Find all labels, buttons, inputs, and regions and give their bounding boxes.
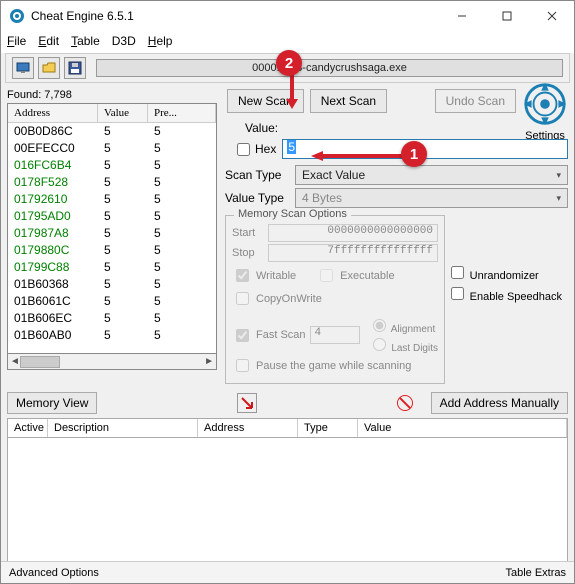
menu-bar: File Edit Table D3D Help <box>1 31 574 51</box>
writable-checkbox[interactable]: Writable <box>232 266 296 285</box>
col-address[interactable]: Address <box>198 419 298 437</box>
scan-type-select[interactable]: Exact Value▾ <box>295 165 568 185</box>
hex-checkbox[interactable]: Hex <box>233 140 276 159</box>
alignment-radio[interactable]: Alignment <box>368 316 438 335</box>
fast-scan-checkbox[interactable]: Fast Scan <box>232 326 306 345</box>
start-label: Start <box>232 227 262 239</box>
memory-view-button[interactable]: Memory View <box>7 392 97 414</box>
table-row[interactable]: 01B606EC55 <box>8 310 216 327</box>
menu-table[interactable]: Table <box>71 34 100 48</box>
chevron-down-icon: ▾ <box>556 193 561 204</box>
window-title: Cheat Engine 6.5.1 <box>31 9 439 23</box>
col-header-value[interactable]: Value <box>98 104 148 122</box>
scan-type-label: Scan Type <box>225 168 289 182</box>
unrandomizer-checkbox[interactable]: Unrandomizer <box>447 263 562 282</box>
table-row[interactable]: 0179261055 <box>8 191 216 208</box>
col-value[interactable]: Value <box>358 419 567 437</box>
chevron-down-icon: ▾ <box>556 170 561 181</box>
table-row[interactable]: 01B6036855 <box>8 276 216 293</box>
app-icon <box>9 8 25 24</box>
status-bar: Advanced Options Table Extras <box>1 561 574 583</box>
stop-address-input[interactable]: 7fffffffffffffff <box>268 244 438 262</box>
value-label: Value: <box>245 121 568 135</box>
last-digits-radio[interactable]: Last Digits <box>368 335 438 354</box>
horizontal-scrollbar[interactable]: ◄► <box>7 354 217 370</box>
menu-file[interactable]: File <box>7 34 26 48</box>
open-file-button[interactable] <box>38 57 60 79</box>
value-type-select[interactable]: 4 Bytes▾ <box>295 188 568 208</box>
save-icon <box>68 61 82 75</box>
table-row[interactable]: 01B6061C55 <box>8 293 216 310</box>
table-row[interactable]: 0179880C55 <box>8 242 216 259</box>
col-header-previous[interactable]: Pre... <box>148 104 216 122</box>
undo-scan-button[interactable]: Undo Scan <box>435 89 516 113</box>
title-bar: Cheat Engine 6.5.1 <box>1 1 574 31</box>
open-process-button[interactable] <box>12 57 34 79</box>
annotation-arrow-2 <box>285 75 299 109</box>
stop-icon[interactable] <box>397 395 413 411</box>
table-row[interactable]: 0178F52855 <box>8 174 216 191</box>
stop-label: Stop <box>232 247 262 259</box>
cheat-table-body[interactable] <box>7 438 568 578</box>
computer-icon <box>16 61 30 75</box>
found-count-label: Found: 7,798 <box>7 87 217 103</box>
maximize-button[interactable] <box>484 1 529 31</box>
close-button[interactable] <box>529 1 574 31</box>
col-header-address[interactable]: Address <box>8 104 98 122</box>
menu-help[interactable]: Help <box>148 34 173 48</box>
save-button[interactable] <box>64 57 86 79</box>
add-to-list-button[interactable] <box>237 393 257 413</box>
advanced-options-button[interactable]: Advanced Options <box>9 567 99 579</box>
menu-edit[interactable]: Edit <box>38 34 59 48</box>
start-address-input[interactable]: 0000000000000000 <box>268 224 438 242</box>
cheat-engine-logo-icon <box>522 81 568 127</box>
table-row[interactable]: 01795AD055 <box>8 208 216 225</box>
table-row[interactable]: 00EFECC055 <box>8 140 216 157</box>
annotation-badge-1: 1 <box>401 141 427 167</box>
enable-speedhack-checkbox[interactable]: Enable Speedhack <box>447 284 562 303</box>
fast-scan-value-input[interactable]: 4 <box>310 326 360 344</box>
executable-checkbox[interactable]: Executable <box>316 266 394 285</box>
memory-scan-options-legend: Memory Scan Options <box>234 208 351 220</box>
process-name-bar[interactable]: 000018B8-candycrushsaga.exe <box>96 59 563 77</box>
add-address-manually-button[interactable]: Add Address Manually <box>431 392 568 414</box>
minimize-button[interactable] <box>439 1 484 31</box>
table-row[interactable]: 016FC6B455 <box>8 157 216 174</box>
pause-game-checkbox[interactable]: Pause the game while scanning <box>232 356 438 375</box>
col-description[interactable]: Description <box>48 419 198 437</box>
next-scan-button[interactable]: Next Scan <box>310 89 387 113</box>
table-row[interactable]: 017987A855 <box>8 225 216 242</box>
table-row[interactable]: 01B60AB055 <box>8 327 216 344</box>
table-row[interactable]: 01799C8855 <box>8 259 216 276</box>
col-type[interactable]: Type <box>298 419 358 437</box>
settings-area[interactable]: Settings <box>522 81 568 142</box>
col-active[interactable]: Active <box>8 419 48 437</box>
annotation-badge-2: 2 <box>276 50 302 76</box>
copyonwrite-checkbox[interactable]: CopyOnWrite <box>232 289 438 308</box>
arrow-down-right-icon <box>240 396 254 410</box>
address-list[interactable]: Address Value Pre... 00B0D86C5500EFECC05… <box>7 103 217 354</box>
value-type-label: Value Type <box>225 191 289 205</box>
cheat-table-header: Active Description Address Type Value <box>7 418 568 438</box>
table-extras-button[interactable]: Table Extras <box>505 567 566 579</box>
annotation-arrow-1 <box>311 150 403 162</box>
menu-d3d[interactable]: D3D <box>112 34 136 48</box>
table-row[interactable]: 00B0D86C55 <box>8 123 216 140</box>
folder-open-icon <box>42 61 56 75</box>
